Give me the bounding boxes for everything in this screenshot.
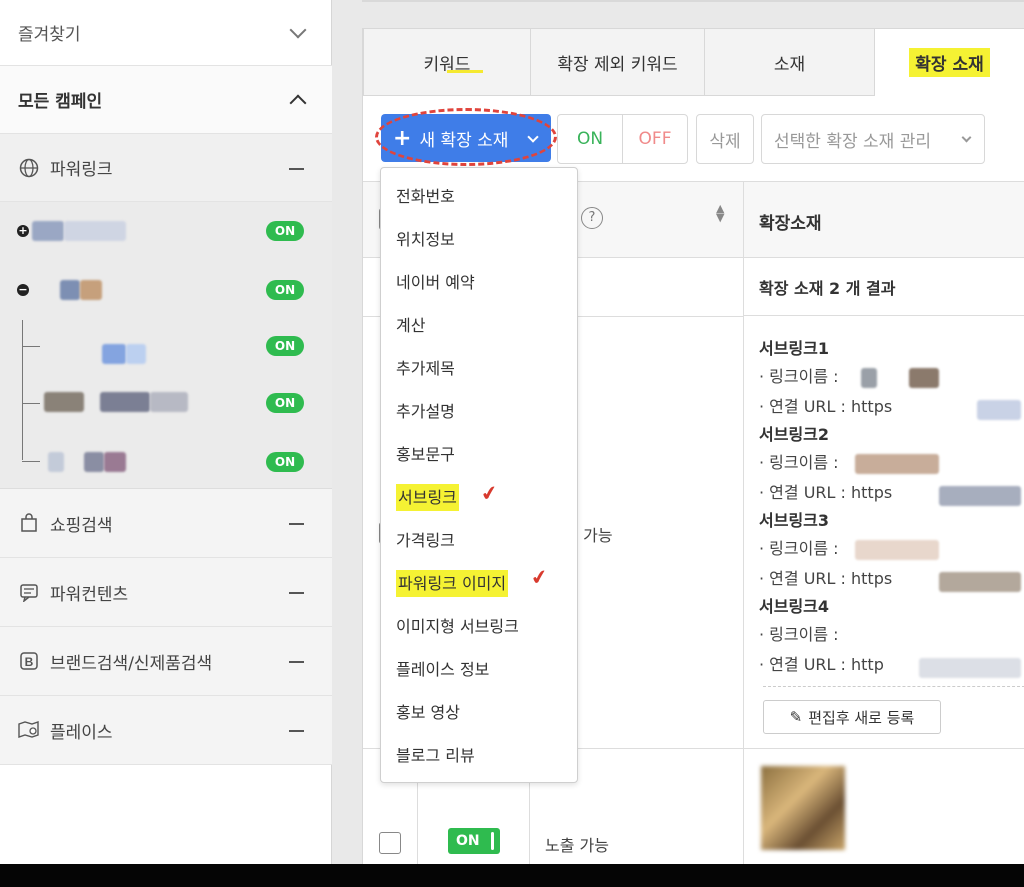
- tab-bar: 키워드 확장 제외 키워드 소재 확장 소재: [363, 28, 1024, 96]
- shopping-bag-icon: [18, 512, 40, 534]
- exposure-status: · 가능: [573, 526, 613, 545]
- ad-image-thumbnail: [761, 766, 845, 850]
- map-pin-icon: [18, 719, 40, 741]
- favorites-label: 즐겨찾기: [18, 25, 81, 45]
- checkmark-annotation-icon: ✔: [528, 563, 550, 591]
- new-extension-dropdown: 전화번호 위치정보 네이버 예약 계산 추가제목 추가설명 홍보문구 서브링크 …: [380, 167, 578, 783]
- place-label: 플레이스: [50, 722, 113, 743]
- shopping-label: 쇼핑검색: [50, 515, 113, 536]
- collapse-minus-icon[interactable]: [289, 523, 304, 525]
- expand-plus-icon[interactable]: +: [17, 225, 29, 237]
- chevron-down-icon[interactable]: [289, 21, 307, 38]
- tree-item-adgroup-1[interactable]: ON: [0, 318, 332, 375]
- sublink-url: · 연결 URL : https: [759, 392, 1024, 422]
- sublink-title: 서브링크4: [759, 597, 830, 616]
- powercontents-label: 파워컨텐츠: [50, 584, 129, 605]
- sublink-name: · 링크이름 :: [759, 362, 1024, 392]
- ext-column-header: 확장소재: [759, 214, 822, 234]
- collapse-minus-icon[interactable]: [289, 167, 304, 170]
- result-count: 확장 소재 2 개 결과: [759, 279, 896, 298]
- campaign-sidebar: 즐겨찾기 모든 캠페인 파워링크 + ON − ON ON ON ON 쇼핑검색…: [0, 0, 332, 864]
- tab-keywords[interactable]: 키워드: [363, 28, 531, 96]
- collapse-minus-bullet-icon[interactable]: −: [17, 284, 29, 296]
- sublink-url: · 연결 URL : https: [759, 564, 1024, 594]
- annotation-circle: [375, 108, 557, 166]
- checkmark-annotation-icon: ✔: [478, 479, 500, 507]
- tree-item-adgroup-3[interactable]: ON: [0, 433, 332, 490]
- chevron-up-icon[interactable]: [289, 94, 307, 111]
- menu-item-promo-text[interactable]: 홍보문구: [381, 433, 577, 476]
- tree-item-adgroup-2[interactable]: ON: [0, 375, 332, 432]
- menu-item-sublink[interactable]: 서브링크 ✔: [381, 476, 577, 519]
- brand-b-icon: B: [18, 650, 40, 672]
- sidebar-item-powercontents[interactable]: 파워컨텐츠: [0, 558, 332, 627]
- favorites-section[interactable]: 즐겨찾기: [0, 0, 332, 66]
- sublink-details: 서브링크1 · 링크이름 : · 연결 URL : https 서브링크2 · …: [759, 336, 1024, 680]
- delete-button[interactable]: 삭제: [696, 114, 754, 164]
- help-icon[interactable]: ?: [581, 207, 603, 229]
- sublink-url: · 연결 URL : https: [759, 478, 1024, 508]
- tab-creatives[interactable]: 소재: [705, 28, 875, 96]
- menu-item-calculation[interactable]: 계산: [381, 304, 577, 347]
- menu-item-phone[interactable]: 전화번호: [381, 175, 577, 218]
- sublink-title: 서브링크1: [759, 339, 830, 358]
- tree-item-campaign-1[interactable]: + ON: [0, 202, 332, 259]
- content-card-icon: [18, 581, 40, 603]
- collapse-minus-icon[interactable]: [289, 592, 304, 594]
- menu-item-blog-review[interactable]: 블로그 리뷰: [381, 734, 577, 777]
- tab-extension-creatives[interactable]: 확장 소재: [875, 28, 1024, 96]
- sublink-name: · 링크이름 :: [759, 448, 1024, 478]
- sidebar-item-shopping[interactable]: 쇼핑검색: [0, 489, 332, 558]
- sublink-url: · 연결 URL : http: [759, 650, 1024, 680]
- sidebar-item-brand-search[interactable]: B 브랜드검색/신제품검색: [0, 627, 332, 696]
- menu-item-extra-title[interactable]: 추가제목: [381, 347, 577, 390]
- menu-item-image-sublink[interactable]: 이미지형 서브링크: [381, 605, 577, 648]
- status-badge[interactable]: ON: [266, 336, 304, 356]
- edit-and-register-button[interactable]: ✎ 편집후 새로 등록: [763, 700, 941, 734]
- globe-icon: [18, 157, 40, 179]
- pencil-icon: ✎: [789, 708, 803, 726]
- menu-item-naver-booking[interactable]: 네이버 예약: [381, 261, 577, 304]
- menu-item-extra-description[interactable]: 추가설명: [381, 390, 577, 433]
- brand-search-label: 브랜드검색/신제품검색: [50, 653, 213, 674]
- sidebar-item-powerlink[interactable]: 파워링크: [0, 134, 332, 202]
- off-button[interactable]: OFF: [622, 114, 688, 164]
- menu-item-powerlink-image[interactable]: 파워링크 이미지 ✔: [381, 562, 577, 605]
- bottom-black-bar: [0, 864, 1024, 887]
- menu-item-location[interactable]: 위치정보: [381, 218, 577, 261]
- status-badge[interactable]: ON: [266, 221, 304, 241]
- exposure-status: 노출 가능: [545, 836, 609, 855]
- tab-excluded-keywords[interactable]: 확장 제외 키워드: [531, 28, 705, 96]
- campaign-tree: + ON − ON ON ON ON: [0, 202, 332, 489]
- all-campaigns-label: 모든 캠페인: [18, 92, 103, 112]
- chevron-down-icon: [961, 132, 972, 143]
- sort-icon[interactable]: ▲ ▼: [716, 203, 724, 223]
- collapse-minus-icon[interactable]: [289, 661, 304, 663]
- status-badge[interactable]: ON: [266, 280, 304, 300]
- sublink-name: · 링크이름 :: [759, 625, 839, 644]
- status-badge[interactable]: ON: [266, 393, 304, 413]
- collapse-minus-icon[interactable]: [289, 730, 304, 732]
- tree-item-campaign-2[interactable]: − ON: [0, 260, 332, 317]
- sublink-name: · 링크이름 :: [759, 534, 1024, 564]
- row-checkbox[interactable]: [379, 832, 401, 854]
- powerlink-label: 파워링크: [50, 160, 113, 180]
- status-badge[interactable]: ON: [266, 452, 304, 472]
- all-campaigns-section[interactable]: 모든 캠페인: [0, 66, 332, 134]
- menu-item-price-link[interactable]: 가격링크: [381, 519, 577, 562]
- result-summary-row: 확장 소재 2 개 결과: [743, 258, 1024, 316]
- sidebar-item-place[interactable]: 플레이스: [0, 696, 332, 765]
- menu-item-promo-video[interactable]: 홍보 영상: [381, 691, 577, 734]
- on-button[interactable]: ON: [557, 114, 623, 164]
- svg-text:B: B: [25, 655, 34, 669]
- row-status-toggle[interactable]: ON: [448, 828, 500, 854]
- menu-item-place-info[interactable]: 플레이스 정보: [381, 648, 577, 691]
- sublink-title: 서브링크3: [759, 511, 830, 530]
- sublink-title: 서브링크2: [759, 425, 830, 444]
- manage-selected-select[interactable]: 선택한 확장 소재 관리: [761, 114, 985, 164]
